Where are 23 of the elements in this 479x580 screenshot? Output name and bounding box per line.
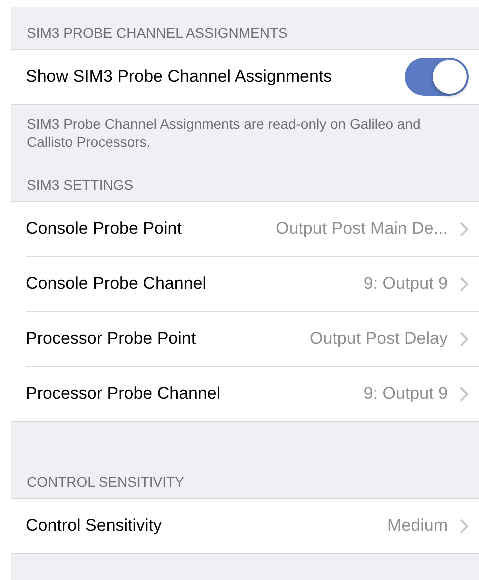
settings-row[interactable]: Console Probe Channel 9: Output 9 xyxy=(26,256,479,312)
chevron-icon xyxy=(460,518,469,534)
setting-label: Control Sensitivity xyxy=(26,516,164,536)
setting-label: Show SIM3 Probe Channel Assignments xyxy=(26,67,334,87)
chevron-icon xyxy=(460,386,469,402)
setting-value: Medium xyxy=(388,516,448,536)
chevron-icon xyxy=(460,332,469,347)
settings-row[interactable]: Console Probe Point Output Post Main De... xyxy=(26,202,479,256)
chevron-icon xyxy=(460,276,469,292)
setting-value: Output Post Main De... xyxy=(276,219,448,240)
settings-row[interactable]: Processor Probe Point Output Post Delay xyxy=(26,311,479,366)
setting-label: Console Probe Point xyxy=(26,219,183,240)
section-footer: SIM3 Probe Channel Assignments are read-only on Galileo and Callisto Processors. xyxy=(11,105,479,158)
setting-label: Processor Probe Point xyxy=(26,329,198,350)
setting-value: 9: Output 9 xyxy=(364,274,448,294)
settings-row[interactable]: Control Sensitivity Medium xyxy=(26,499,479,554)
settings-row[interactable]: Processor Probe Channel 9: Output 9 xyxy=(26,366,479,422)
setting-value: Output Post Delay xyxy=(310,329,448,350)
chevron-icon xyxy=(460,222,469,237)
setting-label: Console Probe Channel xyxy=(26,274,208,294)
toggle-switch[interactable] xyxy=(405,58,469,96)
setting-label: Processor Probe Channel xyxy=(26,384,222,404)
setting-value: 9: Output 9 xyxy=(364,384,448,404)
